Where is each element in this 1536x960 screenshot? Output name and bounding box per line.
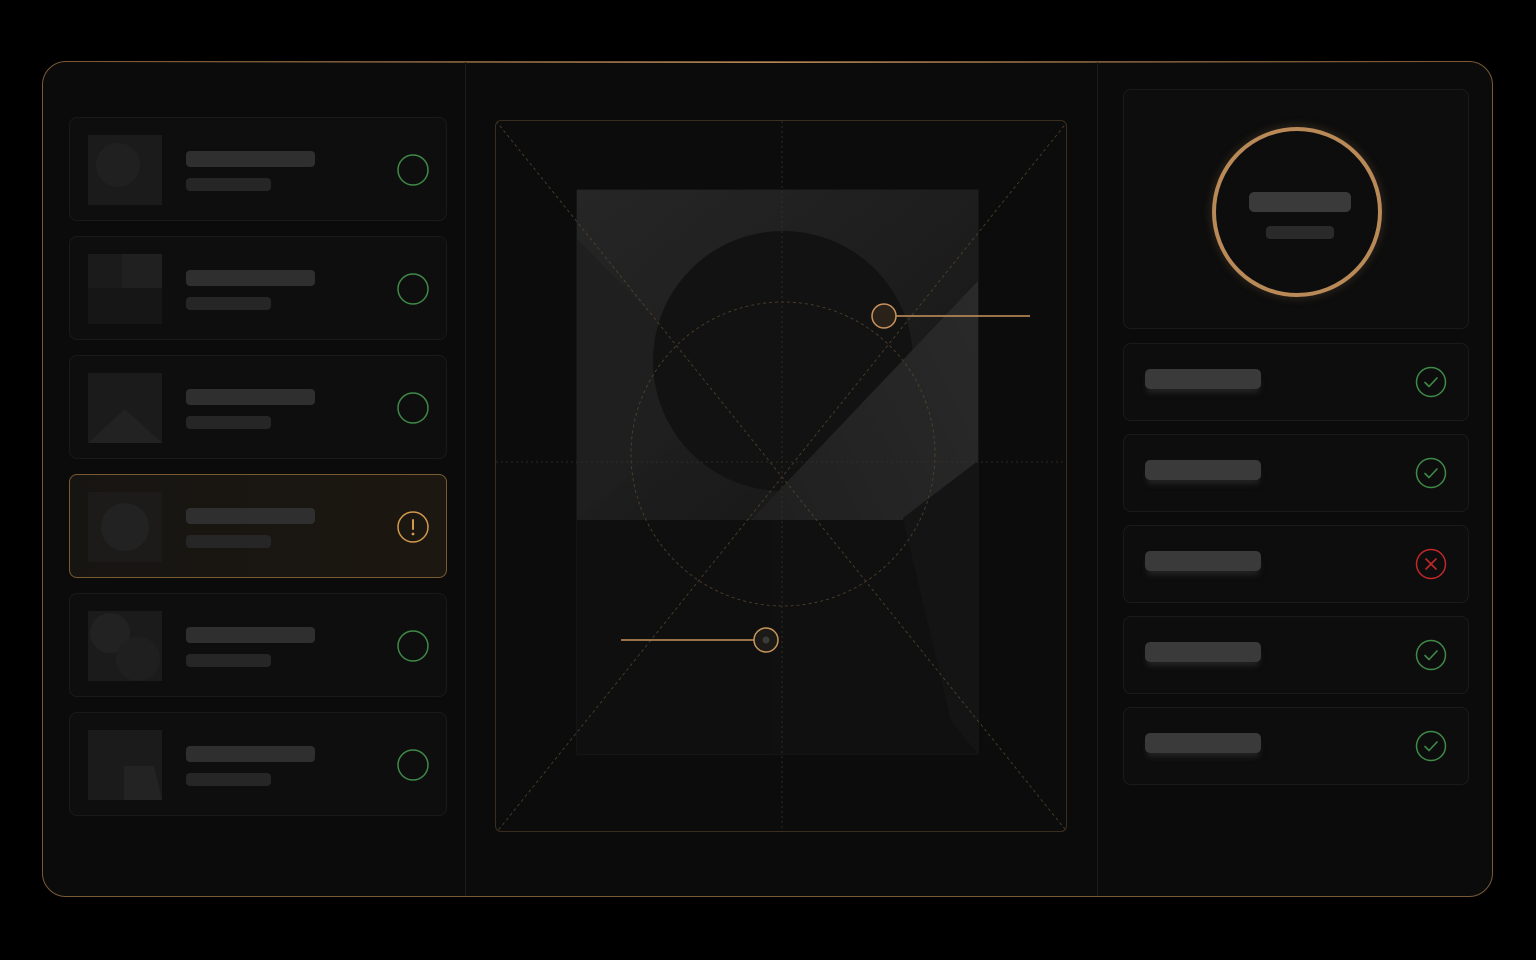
checklist-label <box>1145 460 1261 480</box>
item-title <box>186 746 315 762</box>
item-subtitle <box>186 773 271 786</box>
checklist-label <box>1145 369 1261 389</box>
list-item[interactable] <box>69 236 447 340</box>
list-item-selected[interactable] <box>69 474 447 578</box>
item-title <box>186 627 315 643</box>
profile-card <box>1123 89 1469 329</box>
circle-ok-icon <box>397 273 429 305</box>
item-title <box>186 270 315 286</box>
list-item[interactable] <box>69 117 447 221</box>
item-subtitle <box>186 654 271 667</box>
checklist-row[interactable] <box>1123 616 1469 694</box>
profile-subtitle <box>1266 226 1334 239</box>
list-item[interactable] <box>69 593 447 697</box>
checklist-row[interactable] <box>1123 707 1469 785</box>
item-subtitle <box>186 535 271 548</box>
checklist-label <box>1145 642 1261 662</box>
thumbnail <box>88 611 162 681</box>
checklist-row[interactable] <box>1123 434 1469 512</box>
thumbnail <box>88 730 162 800</box>
thumbnail <box>88 492 162 562</box>
thumbnail <box>88 373 162 443</box>
circle-ok-icon <box>397 154 429 186</box>
avatar[interactable] <box>1212 127 1382 297</box>
checklist-row[interactable] <box>1123 343 1469 421</box>
check-icon <box>1415 366 1447 398</box>
x-icon <box>1415 548 1447 580</box>
left-divider <box>465 62 466 896</box>
asset-list <box>43 62 465 896</box>
item-title <box>186 389 315 405</box>
profile-name <box>1249 192 1351 212</box>
circle-ok-icon <box>397 630 429 662</box>
artwork-lower-left <box>577 520 770 754</box>
check-icon <box>1415 457 1447 489</box>
checklist-label <box>1145 733 1261 753</box>
exclamation-icon <box>397 511 429 543</box>
list-item[interactable] <box>69 712 447 816</box>
app-window <box>42 61 1493 897</box>
thumbnail <box>88 254 162 324</box>
check-icon <box>1415 730 1447 762</box>
item-subtitle <box>186 416 271 429</box>
checklist-label <box>1145 551 1261 571</box>
right-divider <box>1097 62 1098 896</box>
handle-top-right <box>871 303 897 329</box>
item-subtitle <box>186 297 271 310</box>
checklist-row[interactable] <box>1123 525 1469 603</box>
list-item[interactable] <box>69 355 447 459</box>
circle-ok-icon <box>397 749 429 781</box>
item-title <box>186 151 315 167</box>
artboard-graphic <box>496 121 1066 831</box>
thumbnail <box>88 135 162 205</box>
check-icon <box>1415 639 1447 671</box>
circle-ok-icon <box>397 392 429 424</box>
item-subtitle <box>186 178 271 191</box>
artboard-canvas[interactable] <box>495 120 1067 832</box>
item-title <box>186 508 315 524</box>
